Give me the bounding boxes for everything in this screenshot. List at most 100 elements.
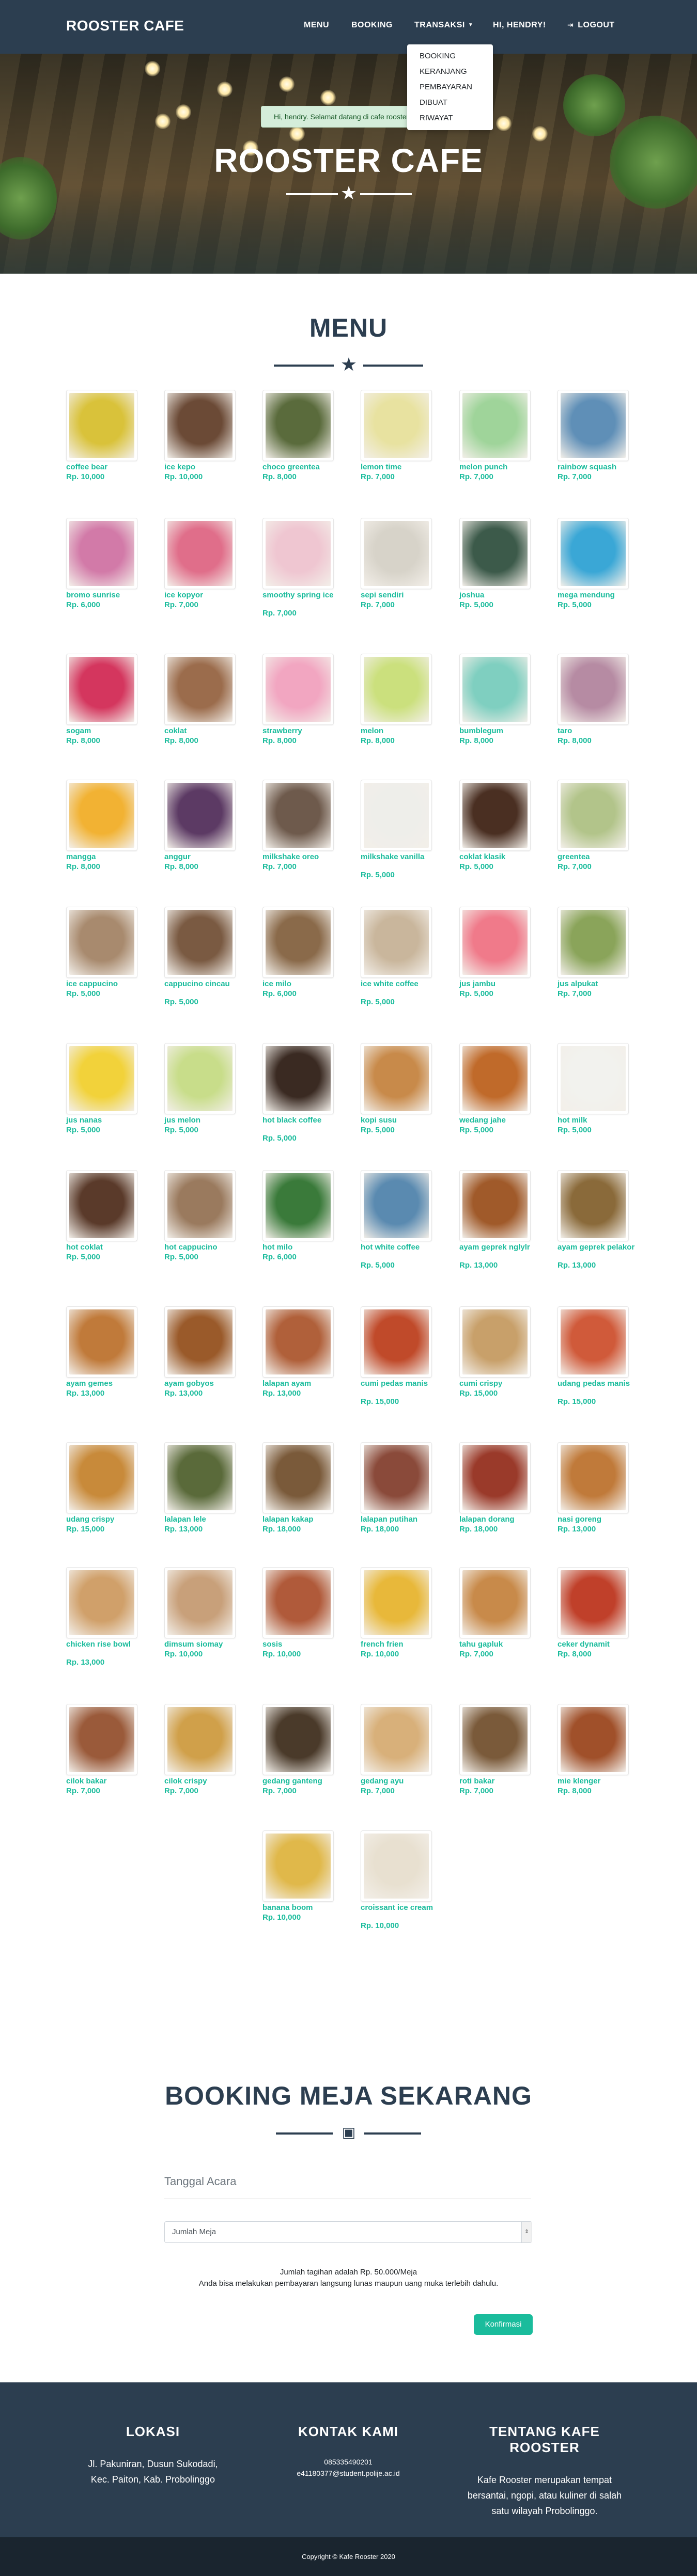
menu-item-price: Rp. 5,000 [164, 1253, 198, 1261]
menu-item-thumbnail[interactable] [557, 1567, 629, 1638]
dropdown-item-booking[interactable]: BOOKING [407, 49, 493, 64]
menu-item-thumbnail[interactable] [262, 1567, 334, 1638]
nav-booking[interactable]: BOOKING [351, 21, 393, 30]
menu-item-thumbnail[interactable] [262, 654, 334, 725]
menu-item-thumbnail[interactable] [66, 1567, 137, 1638]
menu-item-thumbnail[interactable] [66, 1704, 137, 1775]
nav-transaksi[interactable]: TRANSAKSI ▼ [414, 21, 473, 30]
menu-item-thumbnail[interactable] [262, 907, 334, 978]
menu-item-thumbnail[interactable] [66, 780, 137, 851]
menu-item-thumbnail[interactable] [164, 1704, 236, 1775]
menu-item-thumbnail[interactable] [164, 1170, 236, 1241]
menu-item-thumbnail[interactable] [557, 907, 629, 978]
menu-item-photo [462, 1046, 528, 1111]
menu-item-thumbnail[interactable] [262, 1830, 334, 1902]
menu-item-thumbnail[interactable] [557, 654, 629, 725]
menu-item-thumbnail[interactable] [557, 1704, 629, 1775]
menu-item-thumbnail[interactable] [557, 1170, 629, 1241]
menu-item-photo [561, 1309, 626, 1374]
menu-item-name: udang crispy [66, 1515, 115, 1524]
menu-item-thumbnail[interactable] [66, 1043, 137, 1114]
menu-item-thumbnail[interactable] [66, 518, 137, 589]
menu-item-thumbnail[interactable] [459, 1043, 531, 1114]
menu-item-price: Rp. 13,000 [164, 1389, 203, 1398]
menu-item-photo [167, 1570, 233, 1635]
konfirmasi-button[interactable]: Konfirmasi [474, 2314, 533, 2335]
menu-item-name: coklat klasik [459, 852, 506, 861]
menu-item-thumbnail[interactable] [262, 1442, 334, 1513]
menu-item-thumbnail[interactable] [164, 1043, 236, 1114]
dropdown-item-riwayat[interactable]: RIWAYAT [407, 110, 493, 126]
menu-item-thumbnail[interactable] [262, 1306, 334, 1378]
menu-item-thumbnail[interactable] [262, 780, 334, 851]
menu-item-thumbnail[interactable] [164, 1567, 236, 1638]
footer-email[interactable]: e41180377@student.polije.ac.id [260, 2468, 436, 2479]
menu-item-thumbnail[interactable] [361, 1306, 432, 1378]
menu-item-thumbnail[interactable] [557, 518, 629, 589]
menu-item-thumbnail[interactable] [66, 1306, 137, 1378]
nav-user[interactable]: HI, HENDRY! [493, 21, 546, 30]
nav-menu[interactable]: MENU [304, 21, 329, 30]
menu-item-thumbnail[interactable] [361, 1830, 432, 1902]
menu-item-price: Rp. 13,000 [557, 1261, 596, 1270]
menu-item-thumbnail[interactable] [164, 518, 236, 589]
menu-item-price: Rp. 7,000 [262, 862, 297, 871]
menu-item-thumbnail[interactable] [557, 780, 629, 851]
menu-item-price: Rp. 8,000 [66, 736, 100, 745]
menu-item-thumbnail[interactable] [557, 390, 629, 461]
menu-item-thumbnail[interactable] [66, 654, 137, 725]
menu-item-thumbnail[interactable] [361, 907, 432, 978]
menu-item-thumbnail[interactable] [361, 1442, 432, 1513]
menu-item-thumbnail[interactable] [459, 780, 531, 851]
menu-item-thumbnail[interactable] [66, 390, 137, 461]
menu-item-thumbnail[interactable] [459, 1442, 531, 1513]
menu-item-thumbnail[interactable] [262, 1170, 334, 1241]
menu-item-thumbnail[interactable] [164, 654, 236, 725]
menu-item-price: Rp. 5,000 [164, 1126, 198, 1134]
menu-item-thumbnail[interactable] [66, 1442, 137, 1513]
menu-item-photo [462, 1570, 528, 1635]
menu-item-thumbnail[interactable] [361, 1170, 432, 1241]
menu-item-thumbnail[interactable] [459, 518, 531, 589]
menu-item-thumbnail[interactable] [557, 1442, 629, 1513]
menu-item-thumbnail[interactable] [459, 907, 531, 978]
menu-item-thumbnail[interactable] [361, 654, 432, 725]
menu-item-thumbnail[interactable] [361, 1704, 432, 1775]
menu-item-price: Rp. 10,000 [262, 1913, 301, 1922]
tanggal-acara-field[interactable]: Tanggal Acara [164, 2175, 236, 2188]
nav-logout[interactable]: ⇥ LOGOUT [567, 21, 615, 30]
menu-item-thumbnail[interactable] [262, 1043, 334, 1114]
jumlah-meja-select[interactable]: Jumlah Meja ⇕ [164, 2221, 532, 2243]
menu-item-thumbnail[interactable] [459, 1704, 531, 1775]
footer-phone[interactable]: 085335490201 [260, 2456, 436, 2468]
menu-item-thumbnail[interactable] [164, 907, 236, 978]
menu-item-name: taro [557, 726, 572, 735]
dropdown-item-pembayaran[interactable]: PEMBAYARAN [407, 80, 493, 95]
menu-item-thumbnail[interactable] [164, 780, 236, 851]
menu-item-thumbnail[interactable] [361, 518, 432, 589]
menu-item-photo [69, 1046, 134, 1111]
menu-item-thumbnail[interactable] [262, 390, 334, 461]
menu-item-thumbnail[interactable] [164, 390, 236, 461]
dropdown-item-dibuat[interactable]: DIBUAT [407, 95, 493, 110]
menu-item-thumbnail[interactable] [459, 1170, 531, 1241]
menu-item-thumbnail[interactable] [459, 1567, 531, 1638]
menu-item-thumbnail[interactable] [66, 1170, 137, 1241]
booking-payment-note: Anda bisa melakukan pembayaran langsung … [198, 2279, 499, 2288]
menu-item-thumbnail[interactable] [459, 390, 531, 461]
menu-item-thumbnail[interactable] [557, 1043, 629, 1114]
menu-item-photo [462, 1445, 528, 1510]
menu-item-thumbnail[interactable] [361, 780, 432, 851]
menu-item-thumbnail[interactable] [164, 1442, 236, 1513]
menu-item-thumbnail[interactable] [459, 1306, 531, 1378]
menu-item-thumbnail[interactable] [262, 1704, 334, 1775]
menu-item-thumbnail[interactable] [361, 1043, 432, 1114]
menu-item-thumbnail[interactable] [361, 1567, 432, 1638]
menu-item-thumbnail[interactable] [66, 907, 137, 978]
menu-item-thumbnail[interactable] [459, 654, 531, 725]
menu-item-thumbnail[interactable] [262, 518, 334, 589]
menu-item-thumbnail[interactable] [557, 1306, 629, 1378]
menu-item-thumbnail[interactable] [361, 390, 432, 461]
dropdown-item-keranjang[interactable]: KERANJANG [407, 64, 493, 80]
menu-item-thumbnail[interactable] [164, 1306, 236, 1378]
